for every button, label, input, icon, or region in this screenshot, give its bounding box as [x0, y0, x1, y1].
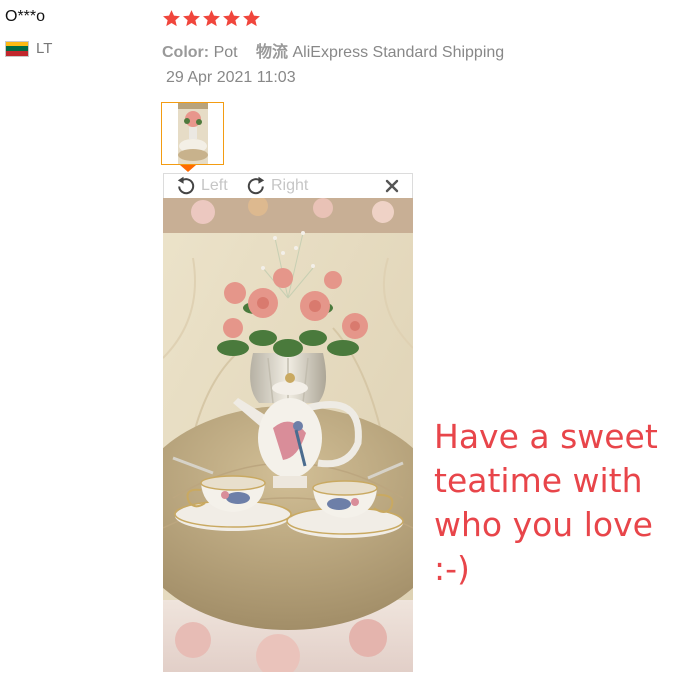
- shipping-value: AliExpress Standard Shipping: [292, 44, 505, 61]
- rotate-right-icon: [247, 176, 265, 195]
- reviewer-country: LT: [5, 40, 52, 57]
- thumbnail-pointer: [180, 165, 196, 172]
- rotate-left-label: Left: [201, 177, 228, 194]
- star-icon: [183, 10, 200, 27]
- review-photo: [163, 198, 413, 672]
- lithuania-flag-icon: [5, 40, 29, 57]
- review-date: 29 Apr 2021 11:03: [166, 69, 296, 86]
- color-value: Pot: [213, 44, 238, 61]
- star-icon: [163, 10, 180, 27]
- country-code: LT: [36, 40, 53, 57]
- color-label: Color:: [162, 44, 210, 61]
- rotate-left-icon: [177, 176, 195, 195]
- star-icon: [243, 10, 260, 27]
- star-rating: [162, 9, 261, 28]
- order-info: Color: Pot 物流 AliExpress Standard Shippi…: [162, 38, 504, 62]
- rotate-left-button[interactable]: Left: [176, 176, 228, 196]
- close-button[interactable]: [384, 178, 400, 194]
- viewer-toolbar: Left Right: [163, 173, 413, 198]
- close-icon: [385, 179, 399, 193]
- reviewer-name: O***o: [5, 8, 46, 25]
- photo-thumbnail[interactable]: [161, 102, 224, 165]
- shipping-label: 物流: [256, 44, 289, 61]
- star-icon: [203, 10, 220, 27]
- review-text: Have a sweet teatime with who you love :…: [434, 417, 658, 588]
- rotate-right-label: Right: [271, 177, 309, 194]
- rotate-right-button[interactable]: Right: [246, 176, 308, 196]
- star-icon: [223, 10, 240, 27]
